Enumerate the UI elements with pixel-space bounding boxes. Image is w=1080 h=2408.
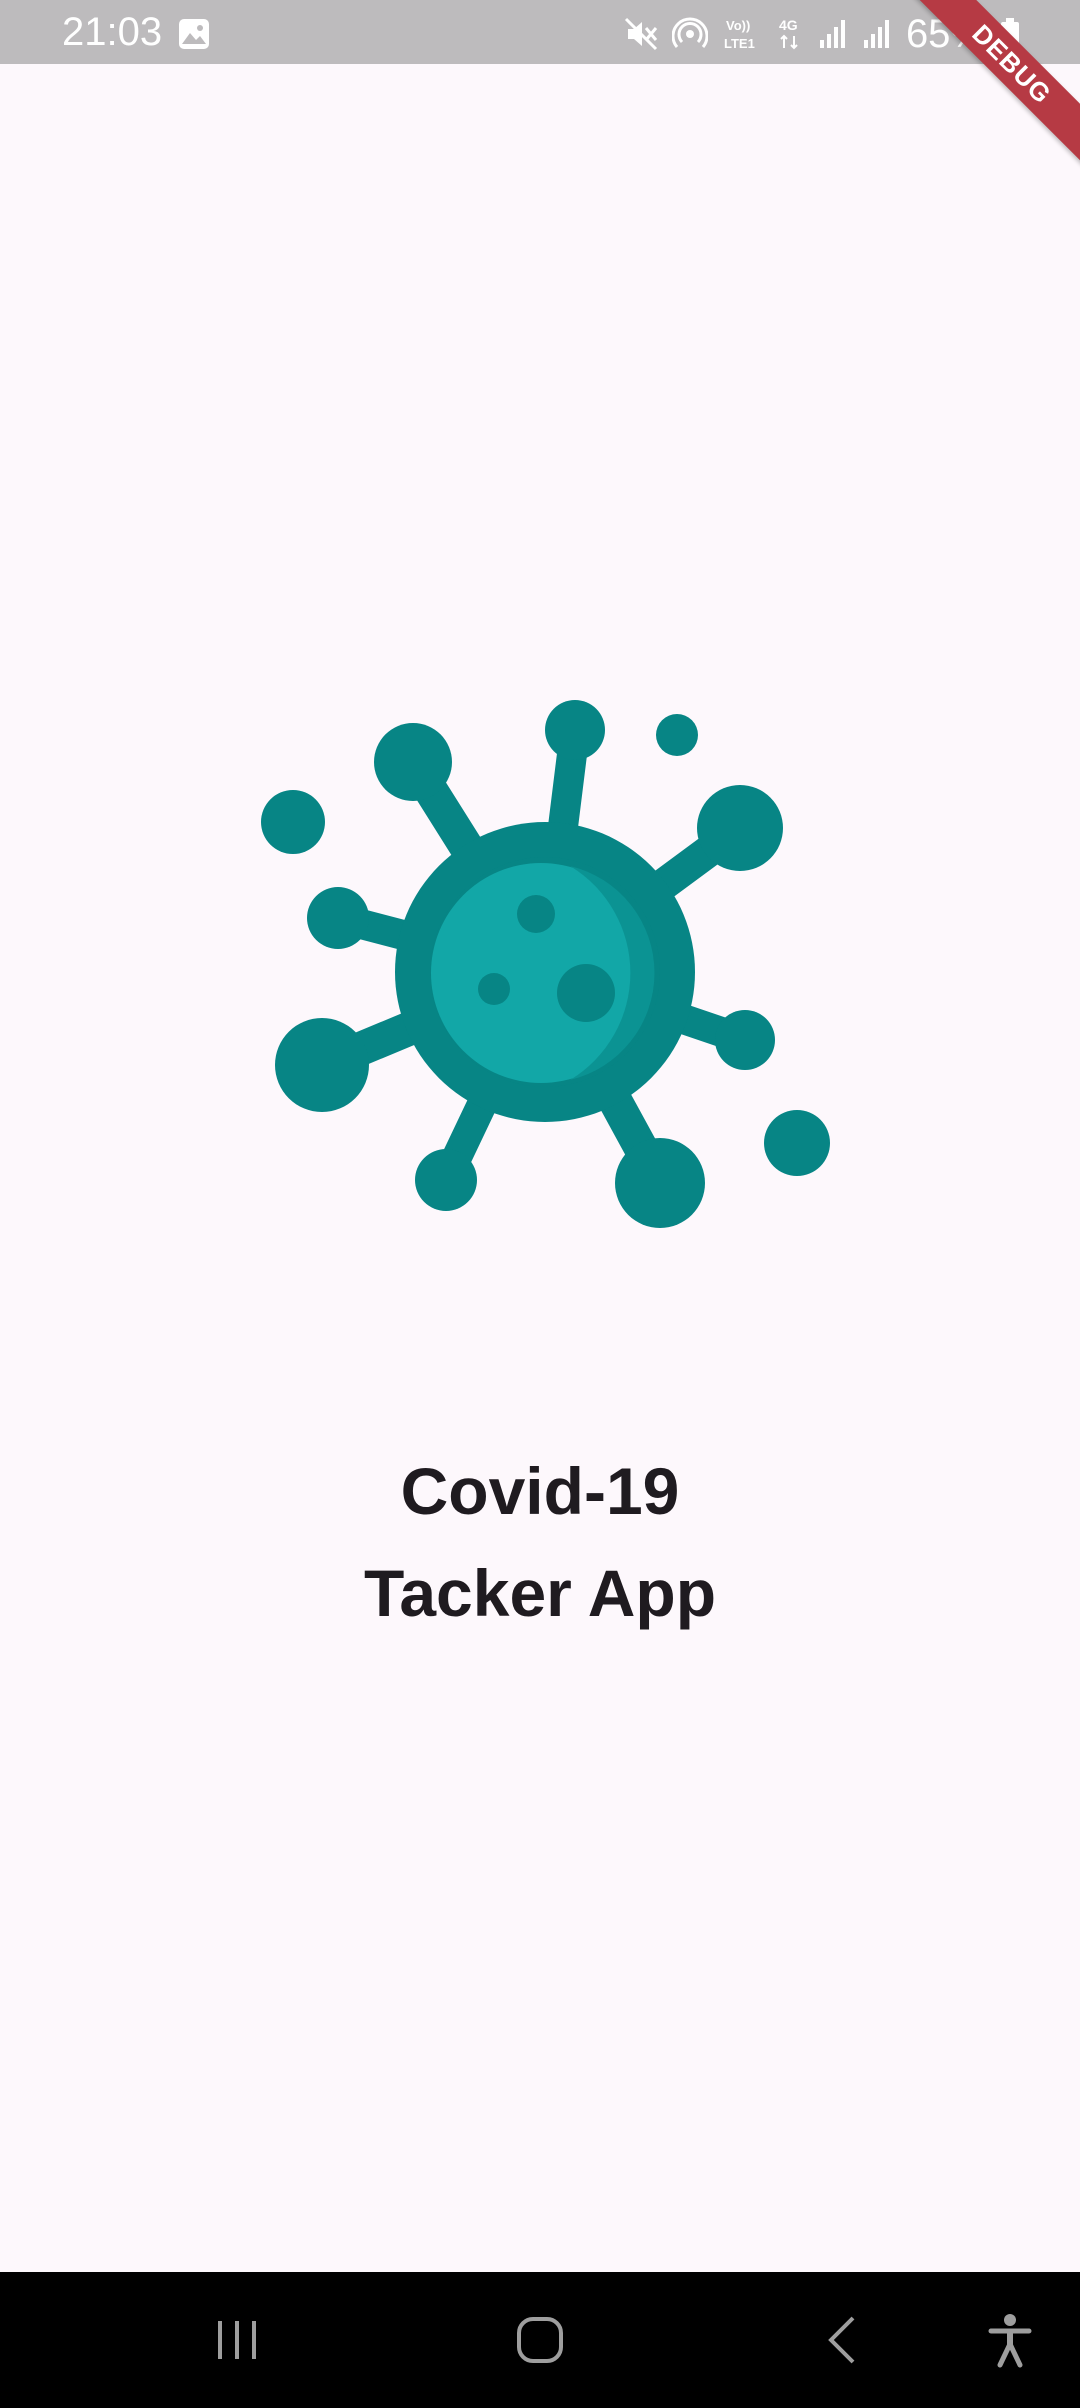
status-time: 21:03 — [62, 10, 163, 54]
home-icon — [517, 2317, 563, 2363]
signal-icon — [819, 20, 845, 48]
battery-icon — [1001, 18, 1019, 50]
4g-icon: 4G — [779, 17, 798, 50]
svg-text:4G: 4G — [779, 17, 798, 33]
home-button[interactable] — [504, 2304, 576, 2376]
recent-apps-button[interactable] — [201, 2304, 273, 2376]
volte-icon: Vo)) LTE1 — [724, 18, 755, 51]
accessibility-icon — [988, 2314, 1032, 2368]
app-title-line-1: Covid-19 — [400, 1454, 680, 1528]
hotspot-icon — [671, 17, 708, 48]
app-title: Covid-19 Tacker App — [0, 1440, 1080, 1644]
accessibility-button[interactable] — [974, 2304, 1046, 2376]
mute-icon — [624, 17, 658, 51]
app-title-line-2: Tacker App — [363, 1556, 717, 1630]
signal-icon — [863, 20, 889, 48]
splash-screen: 21:03 Vo)) LTE1 4G 65% DEBUG Covid-19 Ta… — [0, 0, 1080, 2408]
virus-icon — [261, 700, 830, 1228]
svg-text:Vo)): Vo)) — [726, 18, 750, 33]
battery-percent: 65% — [905, 12, 986, 56]
status-icons: Vo)) LTE1 4G 65% — [624, 12, 1020, 56]
status-bar: 21:03 Vo)) LTE1 4G 65% — [0, 0, 1080, 64]
svg-text:LTE1: LTE1 — [724, 36, 755, 51]
navigation-bar — [0, 2272, 1080, 2408]
gallery-icon — [179, 19, 209, 49]
back-button[interactable] — [807, 2304, 879, 2376]
recent-apps-icon — [218, 2321, 256, 2359]
back-icon — [828, 2316, 855, 2364]
